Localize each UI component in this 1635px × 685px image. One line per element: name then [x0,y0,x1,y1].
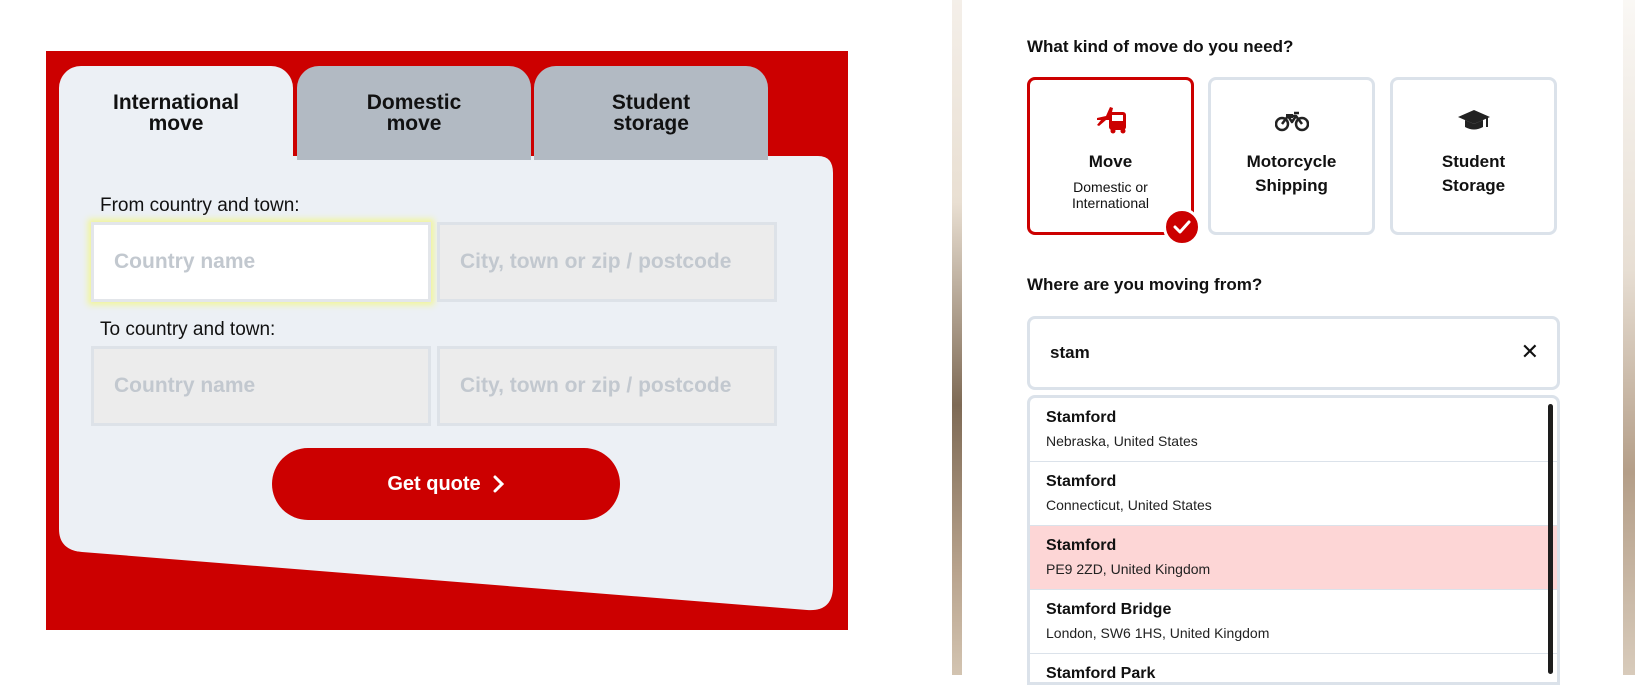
suggestion-item[interactable]: Stamford Bridge London, SW6 1HS, United … [1030,590,1557,654]
search-value: stam [1050,343,1090,362]
from-country-input[interactable]: Country name [91,222,431,302]
chevron-right-icon [493,475,504,493]
option-subtitle-line: Domestic or [1073,179,1148,195]
to-label: To country and town: [100,319,276,340]
motorcycle-icon [1211,104,1372,136]
option-subtitle: Domestic or International [1030,179,1191,211]
from-label: From country and town: [100,195,300,216]
option-title-line: Student [1441,152,1506,171]
option-title: Motorcycle Shipping [1211,150,1372,198]
option-title-line: Storage [1441,176,1506,195]
option-move[interactable]: Move Domestic or International [1027,77,1201,246]
truck-plane-icon [1030,104,1191,136]
suggestion-name: Stamford [1046,409,1117,426]
suggestions-dropdown: Stamford Nebraska, United States Stamfor… [1027,395,1560,685]
suggestion-name: Stamford Bridge [1046,601,1172,618]
suggestion-item-highlighted[interactable]: Stamford PE9 2ZD, United Kingdom [1030,526,1557,590]
tab-international-move[interactable]: International move [59,66,293,160]
get-quote-button[interactable]: Get quote [272,448,620,520]
suggestion-detail: Connecticut, United States [1046,497,1212,513]
get-quote-label: Get quote [387,472,481,495]
move-kind-question: What kind of move do you need? [1027,37,1294,56]
dropdown-scrollbar[interactable] [1548,404,1553,674]
moving-from-search-input[interactable]: stam ✕ [1027,316,1560,390]
tab-domestic-move[interactable]: Domestic move [297,66,531,160]
option-title: Move [1088,152,1133,171]
option-student-storage[interactable]: Student Storage [1390,77,1557,235]
selected-check-icon [1163,208,1201,246]
suggestion-item[interactable]: Stamford Park [1030,654,1557,682]
move-wizard-panel: What kind of move do you need? Move Dome… [962,0,1623,685]
option-title-line: Shipping [1255,176,1328,195]
clear-icon[interactable]: ✕ [1521,339,1539,365]
option-title-line: Motorcycle [1246,152,1337,171]
suggestion-detail: PE9 2ZD, United Kingdom [1046,561,1211,577]
background-photo-edge [952,0,962,675]
suggestion-name: Stamford [1046,537,1117,554]
moving-from-question: Where are you moving from? [1027,275,1263,294]
tab-label: move [148,112,204,135]
option-subtitle-line: International [1071,195,1150,211]
to-country-input[interactable]: Country name [91,346,431,426]
tab-label: International [112,91,239,114]
tab-label: storage [613,112,689,135]
tab-label: move [386,112,442,135]
suggestion-name: Stamford [1046,473,1117,490]
suggestion-item[interactable]: Stamford Connecticut, United States [1030,462,1557,526]
from-city-input[interactable]: City, town or zip / postcode [437,222,777,302]
tab-student-storage[interactable]: Student storage [534,66,768,160]
option-motorcycle-shipping[interactable]: Motorcycle Shipping [1208,77,1375,235]
tab-label: Domestic [366,91,462,114]
graduation-cap-icon [1393,104,1554,136]
suggestion-item[interactable]: Stamford Nebraska, United States [1030,398,1557,462]
quote-form-panel: International move Domestic move Student st… [46,51,848,630]
to-city-input[interactable]: City, town or zip / postcode [437,346,777,426]
suggestion-name: Stamford Park [1046,665,1156,682]
suggestion-detail: London, SW6 1HS, United Kingdom [1046,625,1270,641]
option-title: Student Storage [1393,150,1554,198]
suggestion-detail: Nebraska, United States [1046,433,1198,449]
background-photo-edge [1623,0,1635,675]
tab-label: Student [611,91,691,114]
